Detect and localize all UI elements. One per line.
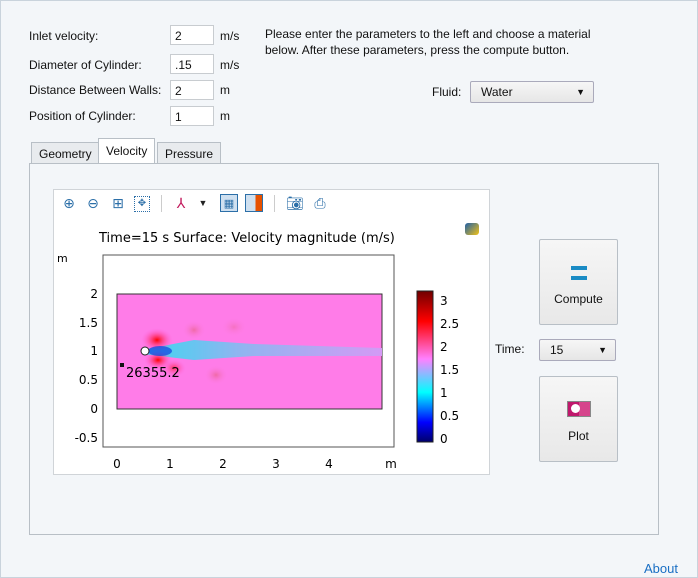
y-tick-label: 0 bbox=[90, 402, 98, 416]
y-tick-label: 0.5 bbox=[79, 373, 98, 387]
plot-button[interactable]: Plot bbox=[539, 376, 618, 462]
y-tick-label: 1 bbox=[90, 344, 98, 358]
cylinder bbox=[140, 346, 150, 356]
x-tick-label: 3 bbox=[272, 457, 280, 471]
time-select[interactable]: 15 ▼ bbox=[539, 339, 616, 361]
y-tick-label: 1.5 bbox=[79, 316, 98, 330]
time-value: 15 bbox=[550, 343, 564, 357]
tab-pressure[interactable]: Pressure bbox=[157, 142, 222, 164]
tab-velocity[interactable]: Velocity bbox=[98, 138, 156, 164]
diameter-unit: m/s bbox=[220, 58, 240, 72]
about-link[interactable]: About bbox=[644, 561, 678, 576]
diameter-input[interactable]: .15 bbox=[170, 54, 214, 74]
annotation-label: 26355.2 bbox=[126, 366, 180, 381]
colorbar-tick-label: 1.5 bbox=[440, 363, 459, 377]
colorbar-tick-label: 1 bbox=[440, 386, 448, 400]
y-axis: 2 1.5 1 0.5 0 -0.5 bbox=[75, 287, 98, 445]
x-unit-label: m bbox=[385, 457, 397, 471]
low-velocity-region bbox=[148, 346, 172, 356]
distance-label: Distance Between Walls: bbox=[29, 83, 162, 97]
fluid-value: Water bbox=[481, 85, 513, 99]
colorbar-ticks: 3 2.5 2 1.5 1 0.5 0 bbox=[440, 294, 459, 446]
position-label: Position of Cylinder: bbox=[29, 109, 136, 123]
x-tick-label: 4 bbox=[325, 457, 333, 471]
compute-button[interactable]: Compute bbox=[539, 239, 618, 325]
inlet-velocity-unit: m/s bbox=[220, 29, 240, 43]
position-input[interactable]: 1 bbox=[170, 106, 214, 126]
x-axis: 0 1 2 3 4 m bbox=[113, 457, 397, 471]
distance-input[interactable]: 2 bbox=[170, 80, 214, 100]
y-unit-label: m bbox=[57, 252, 68, 265]
x-tick-label: 1 bbox=[166, 457, 174, 471]
distance-unit: m bbox=[220, 83, 230, 97]
colorbar bbox=[416, 290, 434, 443]
plot-title: Time=15 s Surface: Velocity magnitude (m… bbox=[98, 231, 395, 246]
colorbar-tick-label: 2 bbox=[440, 340, 448, 354]
annotation-point bbox=[120, 363, 124, 367]
inlet-velocity-input[interactable]: 2 bbox=[170, 25, 214, 45]
velocity-surface-plot: Time=15 s Surface: Velocity magnitude (m… bbox=[57, 231, 459, 471]
y-tick-label: 2 bbox=[90, 287, 98, 301]
equals-icon bbox=[570, 266, 587, 280]
plot-window: ⊕ ⊖ ⊞ ✥ ⅄ ▼ ▦ 📷︎ ⎙ Time=15 s Surface: Ve… bbox=[53, 189, 490, 475]
instructions-text: Please enter the parameters to the left … bbox=[265, 27, 591, 57]
app-window: Inlet velocity: 2 m/s Diameter of Cylind… bbox=[0, 0, 698, 578]
x-tick-label: 0 bbox=[113, 457, 121, 471]
vortex-region bbox=[204, 365, 228, 385]
time-label: Time: bbox=[495, 342, 525, 356]
diameter-label: Diameter of Cylinder: bbox=[29, 58, 142, 72]
compute-label: Compute bbox=[554, 292, 603, 306]
inlet-velocity-label: Inlet velocity: bbox=[29, 29, 99, 43]
tab-geometry[interactable]: Geometry bbox=[31, 142, 100, 164]
colorbar-tick-label: 0.5 bbox=[440, 409, 459, 423]
vortex-region bbox=[182, 320, 206, 340]
chevron-down-icon: ▼ bbox=[576, 87, 585, 97]
vortex-region bbox=[221, 317, 247, 337]
colorbar-tick-label: 0 bbox=[440, 432, 448, 446]
fluid-label: Fluid: bbox=[432, 85, 462, 99]
plot-label: Plot bbox=[568, 429, 589, 443]
plot-icon bbox=[566, 401, 591, 417]
colorbar-tick-label: 3 bbox=[440, 294, 448, 308]
chevron-down-icon: ▼ bbox=[598, 345, 607, 355]
x-tick-label: 2 bbox=[219, 457, 227, 471]
y-tick-label: -0.5 bbox=[75, 431, 98, 445]
colorbar-tick-label: 2.5 bbox=[440, 317, 459, 331]
fluid-select[interactable]: Water ▼ bbox=[470, 81, 594, 103]
position-unit: m bbox=[220, 109, 230, 123]
